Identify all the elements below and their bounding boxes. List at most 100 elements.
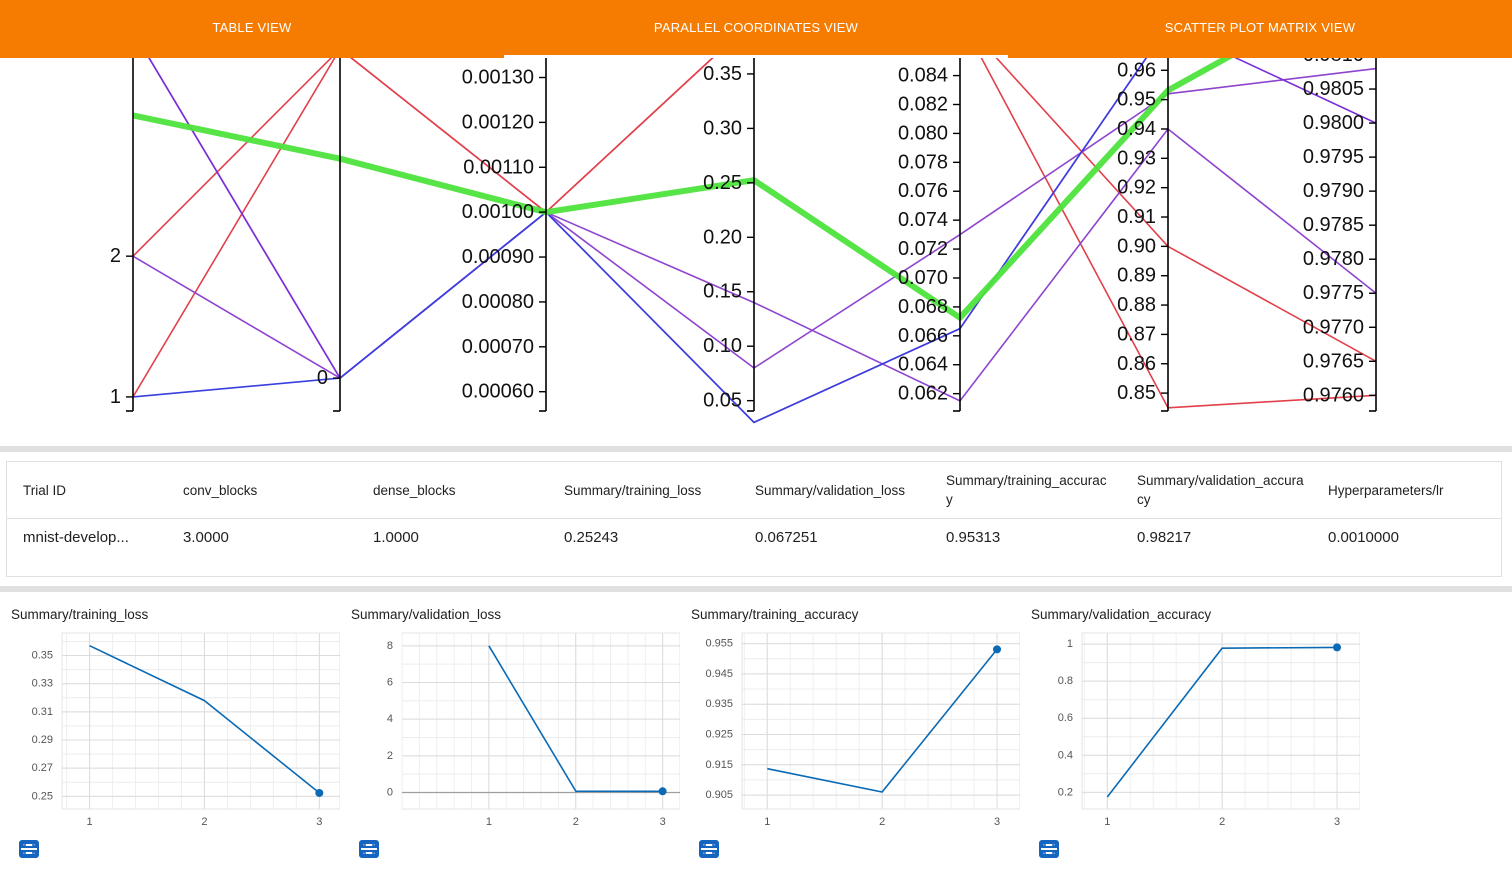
axis-tick-label: 0.00060: [462, 381, 534, 403]
metric-chart-card: Summary/training_loss 1 2 3 0.25 0.27 0.29 0.31…: [0, 596, 340, 869]
axis-tick-label: 0.9790: [1303, 180, 1364, 202]
y-tick-label: 0.945: [705, 668, 733, 680]
axis-validation_accuracy[interactable]: 0.9760 0.9765 0.9770 0.9775 0.9780 0.9785 0.97…: [1303, 58, 1377, 412]
axis-tick-label: 0.90: [1117, 235, 1156, 257]
table-row[interactable]: mnist-develop... 3.0000 1.0000 0.25243 0.067…: [7, 519, 1501, 555]
axis-tick-label: 0.88: [1117, 294, 1156, 316]
axis-tick-label: 1: [110, 386, 121, 408]
axis-tick-label: 0.85: [1117, 382, 1156, 404]
column-header[interactable]: Summary/validation_loss: [739, 481, 930, 500]
table-header-row: Trial ID conv_blocks dense_blocks Summary/t…: [7, 462, 1501, 519]
x-tick-label: 2: [1219, 816, 1225, 828]
axis-tick-label: 0.9760: [1303, 384, 1364, 406]
y-tick-label: 0.8: [1058, 675, 1073, 687]
x-tick-label: 1: [87, 816, 93, 828]
axis-tick-label: 2: [110, 245, 121, 267]
fit-domain-icon[interactable]: [18, 838, 40, 860]
x-tick-label: 1: [1104, 816, 1110, 828]
axis-tick-label: 0.20: [703, 226, 742, 248]
metric-charts-row: Summary/training_loss 1 2 3 0.25 0.27 0.29 0.31…: [0, 596, 1512, 869]
column-header[interactable]: Summary/validation_accuracy: [1121, 471, 1312, 509]
column-header[interactable]: conv_blocks: [167, 481, 357, 500]
fit-domain-icon[interactable]: [1038, 838, 1060, 860]
axis-tick-label: 0.074: [898, 209, 948, 231]
table-cell: mnist-develop...: [23, 528, 129, 546]
tab-scatter-plot-matrix-view[interactable]: SCATTER PLOT MATRIX VIEW: [1008, 0, 1512, 58]
axis-tick-label: 0.86: [1117, 353, 1156, 375]
metric-line-chart[interactable]: 1 2 3 0 2 4 6 8: [340, 596, 680, 836]
axis-lr[interactable]: 0.00060 0.00070 0.00080 0.00090 0.00100 0.001…: [462, 58, 547, 412]
axis-validation_loss[interactable]: 0.062 0.064 0.066 0.068 0.070 0.072 0.074 0.076…: [898, 58, 961, 412]
chart-grid: [61, 632, 340, 810]
axis-tick-label: 0.076: [898, 180, 948, 202]
axis-tick-label: 0.95: [1117, 89, 1156, 111]
tab-label: TABLE VIEW: [212, 20, 292, 35]
y-tick-label: 8: [387, 640, 393, 652]
y-tick-label: 4: [387, 713, 393, 725]
column-header[interactable]: Summary/training_loss: [548, 481, 739, 500]
axis-training_loss[interactable]: 0.05 0.10 0.15 0.20 0.25 0.30 0.35: [703, 58, 755, 412]
axis-tick-label: 0.068: [898, 296, 948, 318]
plot-frame: [741, 632, 1020, 810]
axis-tick-label: 0.15: [703, 281, 742, 303]
y-tick-label: 0.35: [32, 650, 53, 662]
axis-tick-label: 0: [317, 367, 328, 389]
y-tick-label: 0.27: [32, 762, 53, 774]
last-point-marker[interactable]: [993, 645, 1002, 654]
axis-tick-label: 0.05: [703, 390, 742, 412]
table-cell: 0.25243: [564, 528, 619, 546]
x-tick-label: 3: [1334, 816, 1340, 828]
axis-tick-label: 0.00130: [462, 66, 534, 88]
axis-tick-label: 0.96: [1117, 59, 1156, 81]
axis-tick-label: 0.9785: [1303, 214, 1364, 236]
axis-tick-label: 0.94: [1117, 118, 1156, 140]
table-cell: 0.98217: [1137, 528, 1192, 546]
axis-conv_blocks[interactable]: 12: [110, 58, 134, 412]
tab-parallel-coordinates-view[interactable]: PARALLEL COORDINATES VIEW: [504, 0, 1008, 58]
last-point-marker[interactable]: [658, 787, 667, 796]
axis-tick-label: 0.062: [898, 383, 948, 405]
axis-tick-label: 0.9805: [1303, 78, 1364, 100]
section-divider: [0, 586, 1512, 592]
y-tick-label: 0.33: [32, 678, 53, 690]
axis-tick-label: 0.064: [898, 354, 948, 376]
fit-domain-icon[interactable]: [358, 838, 380, 860]
column-header[interactable]: Summary/training_accuracy: [930, 471, 1121, 509]
chart-grid: [401, 632, 680, 810]
last-point-marker[interactable]: [315, 788, 324, 797]
axis-tick-label: 0.066: [898, 325, 948, 347]
y-tick-label: 0.935: [705, 698, 733, 710]
tab-table-view[interactable]: TABLE VIEW: [0, 0, 504, 58]
parallel-coordinates-plot[interactable]: 1200.000600.000700.000800.000900.001000.…: [0, 58, 1512, 446]
table-cell: 3.0000: [183, 528, 229, 546]
tab-label: PARALLEL COORDINATES VIEW: [653, 20, 859, 35]
y-tick-label: 0.2: [1058, 786, 1073, 798]
metric-chart-card: Summary/training_accuracy 1 2 3 0.905 0.915 0.…: [680, 596, 1020, 869]
y-tick-label: 0.905: [705, 789, 733, 801]
axis-tick-label: 0.9770: [1303, 316, 1364, 338]
axis-tick-label: 0.070: [898, 267, 948, 289]
last-point-marker[interactable]: [1333, 643, 1342, 652]
axis-tick-label: 0.10: [703, 335, 742, 357]
axis-tick-label: 0.00090: [462, 246, 534, 268]
axis-tick-label: 0.30: [703, 117, 742, 139]
column-header[interactable]: dense_blocks: [357, 481, 548, 500]
metric-line-chart[interactable]: 1 2 3 0.25 0.27 0.29 0.31 0.33 0.35: [0, 596, 340, 836]
axis-tick-label: 0.89: [1117, 265, 1156, 287]
x-tick-label: 3: [994, 816, 1000, 828]
column-header[interactable]: Trial ID: [7, 481, 167, 500]
table-cell: 0.95313: [946, 528, 1001, 546]
axis-tick-label: 0.9795: [1303, 146, 1364, 168]
metric-line-chart[interactable]: 1 2 3 0.905 0.915 0.925 0.935 0.945 0.955: [680, 596, 1020, 836]
selected-trial-table: Trial ID conv_blocks dense_blocks Summary/t…: [6, 461, 1502, 577]
y-tick-label: 0.6: [1058, 712, 1073, 724]
column-header[interactable]: Hyperparameters/lr: [1312, 481, 1487, 500]
metric-chart-card: Summary/validation_loss 1 2 3 0 2 4 6 8: [340, 596, 680, 869]
plot-frame: [1081, 632, 1360, 810]
fit-domain-icon[interactable]: [698, 838, 720, 860]
axis-tick-label: 0.9765: [1303, 350, 1364, 372]
chart-grid: [741, 632, 1020, 810]
x-tick-label: 3: [660, 816, 666, 828]
metric-line-chart[interactable]: 1 2 3 0.2 0.4 0.6 0.8 1: [1020, 596, 1360, 836]
y-tick-label: 6: [387, 677, 393, 689]
